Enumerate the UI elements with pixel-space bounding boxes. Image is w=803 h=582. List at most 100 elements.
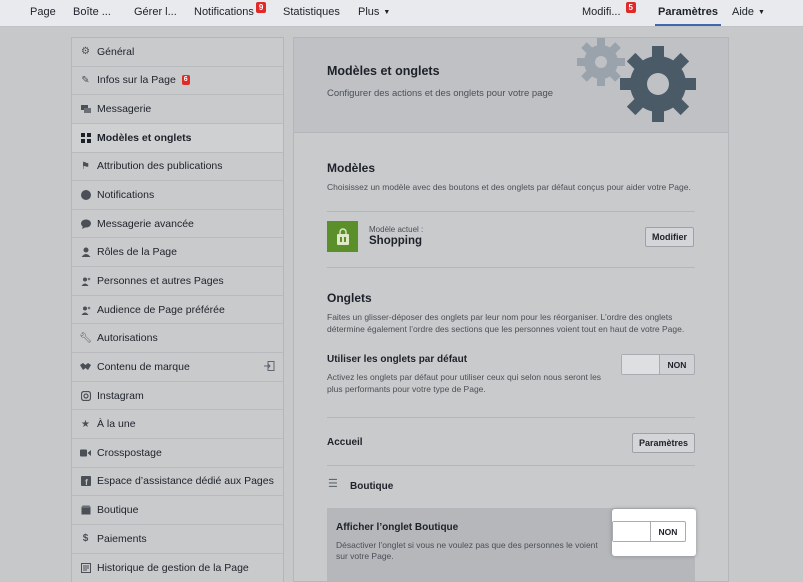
shopping-template-thumbnail bbox=[327, 221, 358, 252]
nav-page-label: Page bbox=[30, 6, 56, 18]
main-content: Modèles et onglets Configurer des action… bbox=[293, 37, 729, 582]
notifications-badge: 9 bbox=[255, 2, 267, 13]
sidebar-item-label: Attribution des publications bbox=[97, 160, 223, 173]
page-info-badge: 6 bbox=[181, 75, 190, 86]
sidebar-item-label: À la une bbox=[97, 418, 136, 431]
current-template-value: Shopping bbox=[369, 235, 423, 247]
nav-edit[interactable]: Modifi... 5 bbox=[582, 0, 636, 26]
dollar-icon: $ bbox=[82, 533, 89, 545]
nav-help-label: Aide bbox=[732, 6, 755, 18]
divider bbox=[327, 267, 695, 268]
person-icon bbox=[80, 247, 91, 258]
sidebar-item-branded-content[interactable]: Contenu de marque bbox=[72, 353, 283, 382]
nav-notifications-label: Notifications bbox=[194, 6, 254, 18]
sidebar-item-messaging[interactable]: Messagerie bbox=[72, 95, 283, 124]
sidebar-item-label: Infos sur la Page bbox=[97, 74, 176, 87]
nav-notifications[interactable]: Notifications 9 bbox=[194, 0, 267, 26]
gears-illustration-icon bbox=[577, 38, 696, 122]
sidebar-item-label: Boutique bbox=[97, 504, 139, 517]
nav-statistics-label: Statistiques bbox=[283, 6, 340, 18]
nav-help[interactable]: Aide ▼ bbox=[732, 0, 765, 26]
default-tabs-title: Utiliser les onglets par défaut bbox=[327, 354, 468, 365]
models-description: Choisissez un modèle avec des boutons et… bbox=[327, 182, 691, 192]
sidebar-item-post-attribution[interactable]: ⚑ Attribution des publications bbox=[72, 152, 283, 182]
nav-statistics[interactable]: Statistiques bbox=[283, 0, 340, 26]
sidebar-item-label: Général bbox=[97, 45, 135, 58]
tabs-description-line-2: détermine également l’ordre des sections… bbox=[327, 324, 685, 334]
sidebar-item-people-pages[interactable]: Personnes et autres Pages bbox=[72, 267, 283, 296]
pencil-icon: ✎ bbox=[81, 74, 90, 86]
chat-icon bbox=[80, 104, 91, 115]
show-shop-tab-toggle[interactable]: NON bbox=[612, 521, 686, 542]
facebook-icon: f bbox=[80, 476, 91, 487]
nav-manage-label: Gérer l... bbox=[134, 6, 177, 18]
divider bbox=[327, 417, 695, 418]
edit-badge: 5 bbox=[625, 2, 636, 13]
home-tab-settings-button[interactable]: Paramètres bbox=[632, 433, 695, 453]
shopping-bag-icon bbox=[336, 227, 349, 245]
sidebar-item-featured[interactable]: ★ À la une bbox=[72, 410, 283, 439]
shop-tab-label[interactable]: Boutique bbox=[350, 481, 393, 492]
show-shop-tab-title: Afficher l’onglet Boutique bbox=[336, 522, 459, 533]
tabs-description-line-1: Faites un glisser-déposer des onglets pa… bbox=[327, 312, 673, 322]
sidebar-item-notifications[interactable]: Notifications bbox=[72, 181, 283, 210]
modify-template-button[interactable]: Modifier bbox=[645, 227, 694, 247]
drag-handle-icon[interactable]: ☰ bbox=[328, 479, 338, 490]
home-tab-label[interactable]: Accueil bbox=[327, 437, 363, 448]
sidebar-item-label: Historique de gestion de la Page bbox=[97, 561, 249, 574]
shop-icon bbox=[80, 505, 91, 516]
tabs-section-title: Onglets bbox=[327, 291, 372, 305]
caret-down-icon: ▼ bbox=[383, 9, 391, 16]
star-icon: ★ bbox=[81, 418, 90, 430]
sidebar-item-label: Rôles de la Page bbox=[97, 246, 177, 259]
speech-bubble-icon bbox=[80, 218, 91, 229]
sidebar-item-crossposting[interactable]: Crosspostage bbox=[72, 438, 283, 468]
sidebar-item-general[interactable]: ⚙ Général bbox=[72, 38, 283, 67]
sidebar-item-label: Autorisations bbox=[97, 332, 158, 345]
globe-icon bbox=[80, 190, 91, 201]
grid-icon bbox=[80, 132, 91, 143]
toggle-knob bbox=[622, 355, 660, 374]
sidebar-item-label: Messagerie avancée bbox=[97, 217, 194, 230]
caret-down-icon: ▼ bbox=[758, 9, 765, 16]
handshake-icon bbox=[80, 361, 91, 372]
default-tabs-description-line-2: plus performants pour votre type de Page… bbox=[327, 384, 486, 394]
sidebar-item-label: Instagram bbox=[97, 389, 144, 402]
gear-icon: ⚙ bbox=[81, 46, 90, 58]
sidebar-item-advanced-messaging[interactable]: Messagerie avancée bbox=[72, 209, 283, 239]
sidebar-item-permissions[interactable]: 🔧︎ Autorisations bbox=[72, 324, 283, 354]
settings-sidebar: ⚙ Général ✎ Infos sur la Page 6 Messagerie … bbox=[71, 37, 284, 582]
sidebar-item-instagram[interactable]: Instagram bbox=[72, 381, 283, 411]
page-subtitle: Configurer des actions et des onglets po… bbox=[327, 88, 554, 99]
sidebar-item-page-info[interactable]: ✎ Infos sur la Page 6 bbox=[72, 66, 283, 96]
nav-inbox-label: Boîte ... bbox=[73, 6, 111, 18]
wrench-icon: 🔧︎ bbox=[79, 332, 92, 344]
toggle-knob bbox=[613, 522, 651, 541]
default-tabs-description-line-1: Activez les onglets par défaut pour util… bbox=[327, 372, 602, 382]
nav-settings[interactable]: Paramètres bbox=[655, 0, 721, 26]
sidebar-item-page-history[interactable]: Historique de gestion de la Page bbox=[72, 553, 283, 582]
sidebar-item-page-roles[interactable]: Rôles de la Page bbox=[72, 238, 283, 268]
people-icon bbox=[80, 275, 91, 286]
top-navigation-bar: Page Boîte ... Gérer l... Notifications 9… bbox=[0, 0, 803, 27]
divider bbox=[327, 211, 695, 212]
toggle-state-label: NON bbox=[658, 526, 678, 537]
sidebar-item-payments[interactable]: $ Paiements bbox=[72, 524, 283, 554]
sidebar-item-label: Espace d’assistance dédié aux Pages bbox=[97, 475, 274, 488]
svg-text:f: f bbox=[85, 478, 88, 486]
toggle-state-label: NON bbox=[667, 359, 687, 370]
nav-settings-label: Paramètres bbox=[658, 6, 718, 18]
sidebar-item-templates-tabs[interactable]: Modèles et onglets bbox=[72, 123, 283, 153]
external-link-icon[interactable] bbox=[264, 361, 275, 374]
sidebar-item-label: Crosspostage bbox=[97, 446, 162, 459]
sidebar-item-label: Notifications bbox=[97, 189, 155, 202]
sidebar-item-preferred-audience[interactable]: Audience de Page préférée bbox=[72, 295, 283, 325]
nav-inbox[interactable]: Boîte ... bbox=[73, 0, 111, 26]
default-tabs-toggle[interactable]: NON bbox=[621, 354, 695, 375]
nav-more[interactable]: Plus ▼ bbox=[358, 0, 390, 26]
sidebar-item-page-support[interactable]: f Espace d’assistance dédié aux Pages bbox=[72, 467, 283, 497]
nav-page[interactable]: Page bbox=[30, 0, 56, 26]
nav-manage[interactable]: Gérer l... bbox=[134, 0, 177, 26]
sidebar-item-shop[interactable]: Boutique bbox=[72, 496, 283, 525]
history-icon bbox=[80, 562, 91, 573]
